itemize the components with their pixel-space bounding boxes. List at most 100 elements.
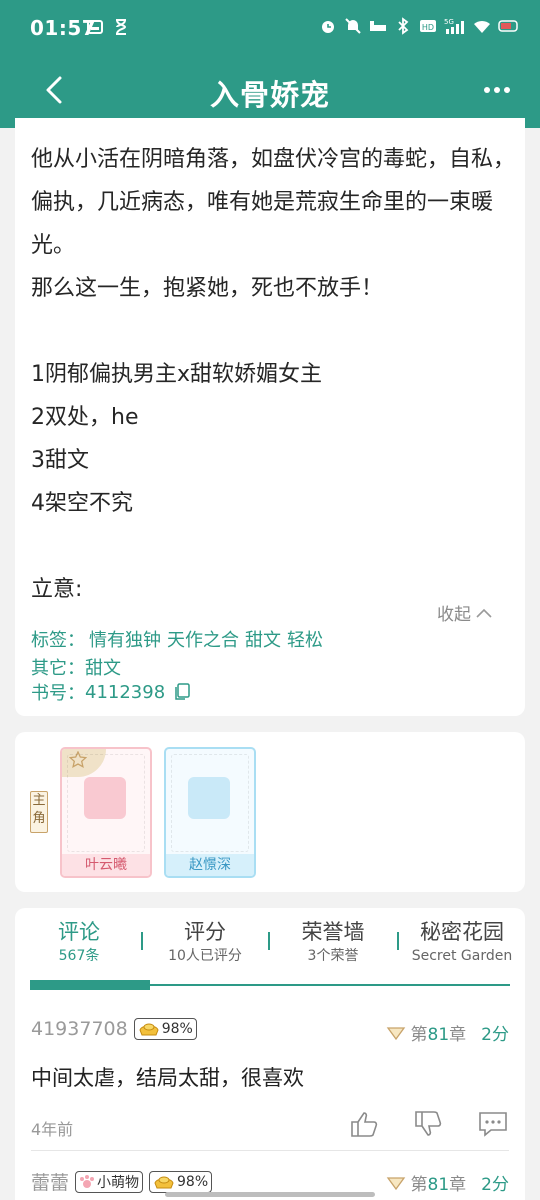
tab-ratings[interactable]: 评分 10人已评分 <box>155 918 255 966</box>
protagonist-label: 主角 <box>30 791 48 833</box>
comment-actions <box>349 1110 509 1138</box>
gold-ingot-icon <box>154 1176 174 1188</box>
wifi-icon <box>474 20 490 33</box>
tab-sublabel: 3个荣誉 <box>307 948 359 964</box>
gold-ingot-icon <box>139 1023 159 1036</box>
tab-sublabel: 567条 <box>58 948 100 964</box>
chapter-suffix: 章 <box>449 1175 467 1195</box>
character-name: 赵憬深 <box>166 854 254 876</box>
battery-icon <box>498 20 518 32</box>
home-indicator[interactable] <box>165 1192 375 1197</box>
synopsis-line <box>31 525 515 568</box>
tab-underline <box>30 980 510 990</box>
avatar <box>188 777 230 819</box>
tag-link[interactable]: 甜文 <box>245 630 281 651</box>
mute-icon <box>345 18 361 34</box>
bluetooth-icon <box>398 17 409 35</box>
chapter-number: 81 <box>427 1025 450 1045</box>
book-id-row: 书号： 4112398 <box>31 679 191 705</box>
comment-chapter: 第81章 2分 <box>386 1020 509 1045</box>
comment-item: 41937708 98% 第81章 2分 中间太虐，结局太甜，很喜欢 4年前 <box>31 1018 509 1139</box>
tags-row: 标签： 情有独钟 天作之合 甜文 轻松 <box>31 626 329 652</box>
diamond-icon <box>386 1026 405 1040</box>
hourglass-icon <box>116 19 127 35</box>
tab-indicator <box>30 980 150 990</box>
more-options-icon[interactable] <box>482 78 512 102</box>
bed-icon <box>370 21 386 31</box>
synopsis-card: 他从小活在阴暗角落，如盘伏冷宫的毒蛇，自私， 偏执，几近病态，唯有她是荒寂生命里… <box>15 118 525 716</box>
svg-text:HD: HD <box>422 23 434 32</box>
synopsis-line: 光。 <box>31 233 76 258</box>
synopsis-line: 4架空不究 <box>31 491 133 516</box>
tab-divider <box>141 932 143 950</box>
tab-divider <box>397 932 399 950</box>
collapse-label: 收起 <box>437 605 471 625</box>
character-card[interactable]: 叶云曦 <box>60 747 152 878</box>
tab-label: 评分 <box>184 920 226 944</box>
tag-link[interactable]: 情有独钟 <box>89 630 161 651</box>
thumbs-up-icon[interactable] <box>349 1110 379 1138</box>
tag-link[interactable]: 轻松 <box>287 630 323 651</box>
diamond-icon <box>386 1176 405 1190</box>
copy-icon[interactable] <box>173 682 191 702</box>
comment-text: 中间太虐，结局太甜，很喜欢 <box>31 1066 304 1090</box>
tab-honor-wall[interactable]: 荣誉墙 3个荣誉 <box>283 918 383 966</box>
title-badge: 小萌物 <box>75 1170 144 1193</box>
page-title: 入骨娇宠 <box>209 78 330 112</box>
comment-score: 2分 <box>481 1025 509 1045</box>
comment-username[interactable]: 41937708 <box>31 1018 128 1040</box>
synopsis-line <box>31 310 515 353</box>
chapter-prefix: 第 <box>410 1025 428 1045</box>
book-id-value: 4112398 <box>85 681 166 703</box>
characters-card: 主角 叶云曦 赵憬深 <box>15 732 525 892</box>
tab-label: 评论 <box>58 920 100 944</box>
other-label: 其它： <box>31 658 85 679</box>
comment-user: 41937708 98% <box>31 1018 197 1040</box>
character-card[interactable]: 赵憬深 <box>164 747 256 878</box>
sim-card-icon <box>87 20 103 34</box>
avatar <box>84 777 126 819</box>
synopsis-line: 那么这一生，抱紧她，死也不放手！ <box>31 276 384 301</box>
character-name: 叶云曦 <box>62 854 150 876</box>
tab-label: 荣誉墙 <box>301 920 365 944</box>
tab-secret-garden[interactable]: 秘密花园 Secret Garden <box>409 918 515 966</box>
comment-score: 2分 <box>481 1175 509 1195</box>
synopsis-line: 他从小活在阴暗角落，如盘伏冷宫的毒蛇，自私， <box>31 147 516 172</box>
tab-sublabel: 10人已评分 <box>168 948 242 964</box>
book-id-label: 书号： <box>31 683 85 704</box>
tag-link[interactable]: 天作之合 <box>167 630 239 651</box>
synopsis-line: 3甜文 <box>31 448 89 473</box>
other-row: 其它：甜文 <box>31 654 121 680</box>
badge-percent: 98% <box>161 1021 193 1037</box>
gold-badge: 98% <box>133 1018 197 1040</box>
tab-comments[interactable]: 评论 567条 <box>29 918 129 966</box>
tags-label: 标签： <box>31 630 85 651</box>
chevron-up-icon <box>476 608 492 618</box>
comments-card: 评论 567条 评分 10人已评分 荣誉墙 3个荣誉 秘密花园 Secret G… <box>15 908 525 1200</box>
thumbs-down-icon[interactable] <box>413 1110 443 1138</box>
paw-icon <box>80 1174 95 1188</box>
synopsis-line: 2双处，he <box>31 405 139 430</box>
title-badge-label: 小萌物 <box>97 1174 140 1191</box>
badge-percent: 98% <box>177 1173 209 1190</box>
hd-icon: HD <box>420 20 436 32</box>
tab-label: 秘密花园 <box>420 920 504 944</box>
comment-chapter: 第81章 2分 <box>386 1170 509 1195</box>
comment-date: 4年前 <box>31 1120 74 1139</box>
comment-divider <box>31 1150 509 1151</box>
comment-user: 蕾蕾 小萌物 98% <box>31 1168 213 1195</box>
status-bar: 01:57 HD 5G <box>0 0 540 56</box>
signal-label: 5G <box>444 18 454 26</box>
collapse-button[interactable]: 收起 <box>437 600 493 625</box>
chapter-prefix: 第 <box>410 1175 428 1195</box>
reply-icon[interactable] <box>477 1110 509 1138</box>
chapter-number: 81 <box>427 1175 450 1195</box>
chapter-suffix: 章 <box>449 1025 467 1045</box>
gold-badge: 98% <box>149 1170 213 1193</box>
app-header: 01:57 HD 5G 入骨娇宠 <box>0 0 540 128</box>
tab-sublabel: Secret Garden <box>411 948 513 964</box>
comment-username[interactable]: 蕾蕾 <box>31 1168 69 1195</box>
synopsis-line: 偏执，几近病态，唯有她是荒寂生命里的一束暖 <box>31 190 494 215</box>
synopsis-line: 1阴郁偏执男主x甜软娇媚女主 <box>31 362 323 387</box>
alarm-icon <box>322 21 334 33</box>
